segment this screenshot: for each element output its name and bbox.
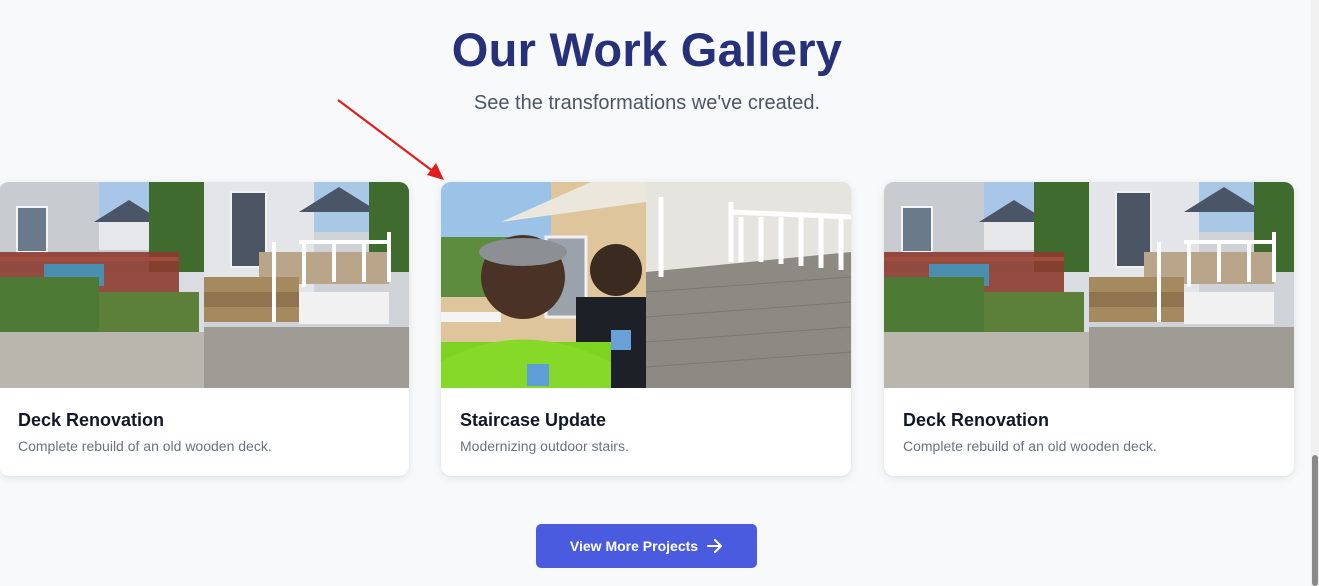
card-description: Complete rebuild of an old wooden deck. bbox=[903, 438, 1157, 454]
scrollbar-thumb[interactable] bbox=[1312, 455, 1318, 586]
deck-before-after-image bbox=[884, 182, 1294, 388]
annotation-arrow bbox=[337, 99, 444, 180]
button-label: View More Projects bbox=[569, 538, 699, 554]
gallery-card[interactable]: Deck Renovation Complete rebuild of an o… bbox=[884, 182, 1294, 476]
arrow-right-icon bbox=[707, 539, 723, 553]
gallery-subtitle: See the transformations we've created. bbox=[473, 92, 821, 114]
gallery-card[interactable]: Deck Renovation Complete rebuild of an o… bbox=[0, 182, 409, 476]
gallery-title: Our Work Gallery bbox=[451, 23, 843, 76]
staircase-before-after-image bbox=[441, 182, 851, 388]
card-description: Modernizing outdoor stairs. bbox=[460, 438, 629, 454]
card-title: Staircase Update bbox=[460, 410, 607, 430]
card-title: Deck Renovation bbox=[18, 410, 165, 430]
gallery-section: Our Work Gallery See the transformations… bbox=[0, 0, 1319, 586]
gallery-card[interactable]: Staircase Update Modernizing outdoor sta… bbox=[441, 182, 851, 476]
card-description: Complete rebuild of an old wooden deck. bbox=[18, 438, 272, 454]
deck-before-after-image bbox=[0, 182, 409, 388]
view-more-projects-button[interactable]: View More Projects bbox=[536, 524, 757, 568]
card-title: Deck Renovation bbox=[903, 410, 1050, 430]
